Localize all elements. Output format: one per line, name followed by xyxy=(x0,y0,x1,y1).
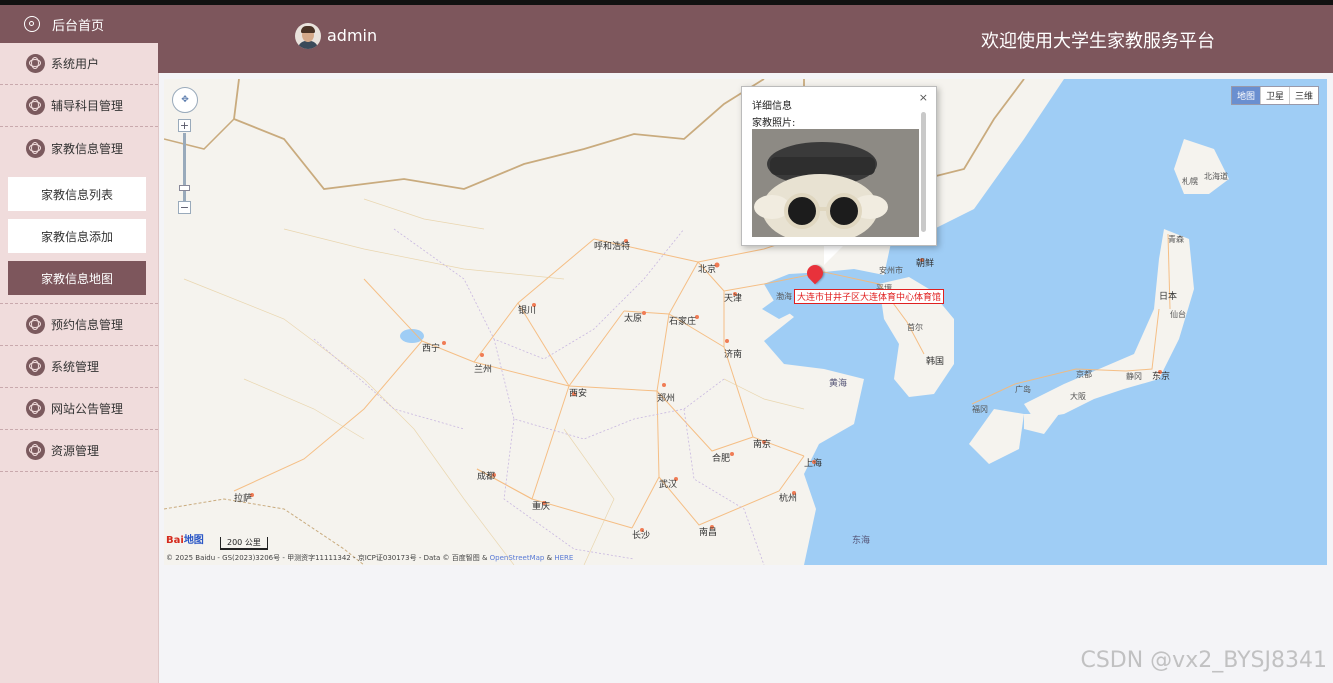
sidebar-item-announcements[interactable]: 网站公告管理 xyxy=(0,388,158,430)
city-label: 北京 xyxy=(698,265,717,275)
sidebar-item-resources[interactable]: 资源管理 xyxy=(0,430,158,472)
menu-icon xyxy=(26,441,45,460)
submenu-tutor-info: 家教信息列表 家教信息添加 家教信息地图 xyxy=(0,177,158,304)
sidebar: 后台首页 系统用户 辅导科目管理 家教信息管理 家教信息列表 家教信息添加 家教… xyxy=(0,5,159,683)
map-type-3d[interactable]: 三维 xyxy=(1288,87,1318,104)
place-label: 首尔 xyxy=(907,323,923,332)
sidebar-home-label: 后台首页 xyxy=(52,18,105,34)
map-type-map[interactable]: 地图 xyxy=(1231,87,1260,104)
city-label: 太原 xyxy=(624,314,643,324)
header: admin 欢迎使用大学生家教服务平台 xyxy=(158,5,1333,73)
sidebar-item-label: 家教信息管理 xyxy=(51,141,124,156)
city-label: 韩国 xyxy=(926,357,945,367)
info-window-scrollbar[interactable] xyxy=(921,112,926,232)
sidebar-item-label: 系统管理 xyxy=(51,360,100,374)
menu-icon xyxy=(26,54,45,73)
place-label: 大阪 xyxy=(1070,392,1086,401)
city-label: 长沙 xyxy=(632,531,651,541)
sidebar-item-label: 系统用户 xyxy=(51,57,100,71)
city-label: 合肥 xyxy=(712,454,731,464)
city-label: 银川 xyxy=(518,306,537,316)
copyright-text: © 2025 Baidu - GS(2023)3206号 - 甲测资字11111… xyxy=(166,554,490,562)
pan-control-icon[interactable]: ✥ xyxy=(172,87,198,113)
sidebar-item-label: 辅导科目管理 xyxy=(51,99,124,113)
city-label: 朝鲜 xyxy=(916,259,935,269)
city-label: 兰州 xyxy=(474,365,493,375)
sidebar-item-users[interactable]: 系统用户 xyxy=(0,43,158,85)
place-label: 安州市 xyxy=(879,266,903,275)
place-label: 京都 xyxy=(1076,370,1092,379)
city-label: 呼和浩特 xyxy=(594,242,631,252)
map-copyright: © 2025 Baidu - GS(2023)3206号 - 甲测资字11111… xyxy=(166,554,574,562)
city-label: 西宁 xyxy=(422,344,441,354)
city-label: 郑州 xyxy=(657,394,676,404)
city-label: 上海 xyxy=(804,459,823,469)
info-window-photo-label: 家教照片: xyxy=(752,118,796,129)
osm-link[interactable]: OpenStreetMap xyxy=(490,554,545,562)
city-label: 西安 xyxy=(569,389,588,399)
city-label: 济南 xyxy=(724,350,743,360)
home-icon xyxy=(24,16,40,32)
menu-icon xyxy=(26,315,45,334)
map-type-switcher: 地图 卫星 三维 xyxy=(1230,86,1319,105)
city-label: 拉萨 xyxy=(234,494,253,504)
place-label: 渤海 xyxy=(776,292,792,301)
menu-icon xyxy=(26,138,45,158)
sidebar-item-label: 网站公告管理 xyxy=(51,402,124,416)
watermark: CSDN @vx2_BYSJ8341 xyxy=(1080,648,1327,673)
marker-label[interactable]: 大连市甘井子区大连体育中心体育馆 xyxy=(794,289,945,304)
sidebar-item-label: 预约信息管理 xyxy=(51,318,124,332)
submenu-tutor-list[interactable]: 家教信息列表 xyxy=(8,177,146,211)
menu-icon xyxy=(26,96,45,115)
map-view[interactable]: ✥ + − 地图 卫星 三维 呼和浩特北京天津银川太原 石家庄西宁兰州 济南西安郑州… xyxy=(164,79,1327,565)
sidebar-item-subjects[interactable]: 辅导科目管理 xyxy=(0,85,158,127)
menu-icon xyxy=(26,357,45,376)
zoom-control[interactable]: + − xyxy=(178,119,192,215)
menu-icon xyxy=(26,399,45,418)
place-label: 札幌 xyxy=(1182,177,1198,186)
city-label: 东京 xyxy=(1152,372,1171,382)
city-label: 石家庄 xyxy=(669,317,697,327)
city-label: 南昌 xyxy=(699,528,718,538)
info-window-tail xyxy=(824,243,846,265)
scale-bar: 200 公里 xyxy=(220,537,268,550)
info-window-title: 详细信息 xyxy=(752,101,792,112)
city-label: 日本 xyxy=(1159,292,1178,302)
city-label: 天津 xyxy=(724,294,743,304)
page-title: 欢迎使用大学生家教服务平台 xyxy=(981,31,1215,52)
place-label: 静冈 xyxy=(1126,372,1142,381)
city-label: 南京 xyxy=(753,440,772,450)
sidebar-item-appointments[interactable]: 预约信息管理 xyxy=(0,304,158,346)
sidebar-home[interactable]: 后台首页 xyxy=(0,5,158,43)
sea-label: 黄海 xyxy=(829,379,848,389)
place-label: 广岛 xyxy=(1015,385,1031,394)
info-window: 详细信息 家教照片: × xyxy=(741,86,937,246)
sidebar-item-label: 资源管理 xyxy=(51,444,100,458)
sidebar-item-tutor-info[interactable]: 家教信息管理 xyxy=(0,127,158,169)
place-label: 福冈 xyxy=(972,405,988,414)
city-label: 武汉 xyxy=(659,480,678,490)
city-label: 成都 xyxy=(477,472,496,482)
zoom-in-button[interactable]: + xyxy=(178,119,191,132)
zoom-slider-handle[interactable] xyxy=(179,185,190,191)
sea-label: 东海 xyxy=(852,536,871,546)
place-label: 青森 xyxy=(1168,235,1184,244)
place-label: 北海道 xyxy=(1204,172,1228,181)
map-type-satellite[interactable]: 卫星 xyxy=(1259,87,1289,104)
zoom-out-button[interactable]: − xyxy=(178,201,191,214)
sidebar-item-system[interactable]: 系统管理 xyxy=(0,346,158,388)
tutor-photo xyxy=(752,129,919,237)
username[interactable]: admin xyxy=(327,26,377,45)
avatar[interactable] xyxy=(295,23,321,49)
here-link[interactable]: HERE xyxy=(554,554,573,562)
baidu-logo[interactable]: Bai地图 xyxy=(166,531,204,546)
city-label: 重庆 xyxy=(532,502,551,512)
submenu-tutor-map[interactable]: 家教信息地图 xyxy=(8,261,146,295)
city-label: 杭州 xyxy=(779,494,798,504)
place-label: 仙台 xyxy=(1170,310,1186,319)
close-icon[interactable]: × xyxy=(919,91,928,104)
submenu-tutor-add[interactable]: 家教信息添加 xyxy=(8,219,146,253)
